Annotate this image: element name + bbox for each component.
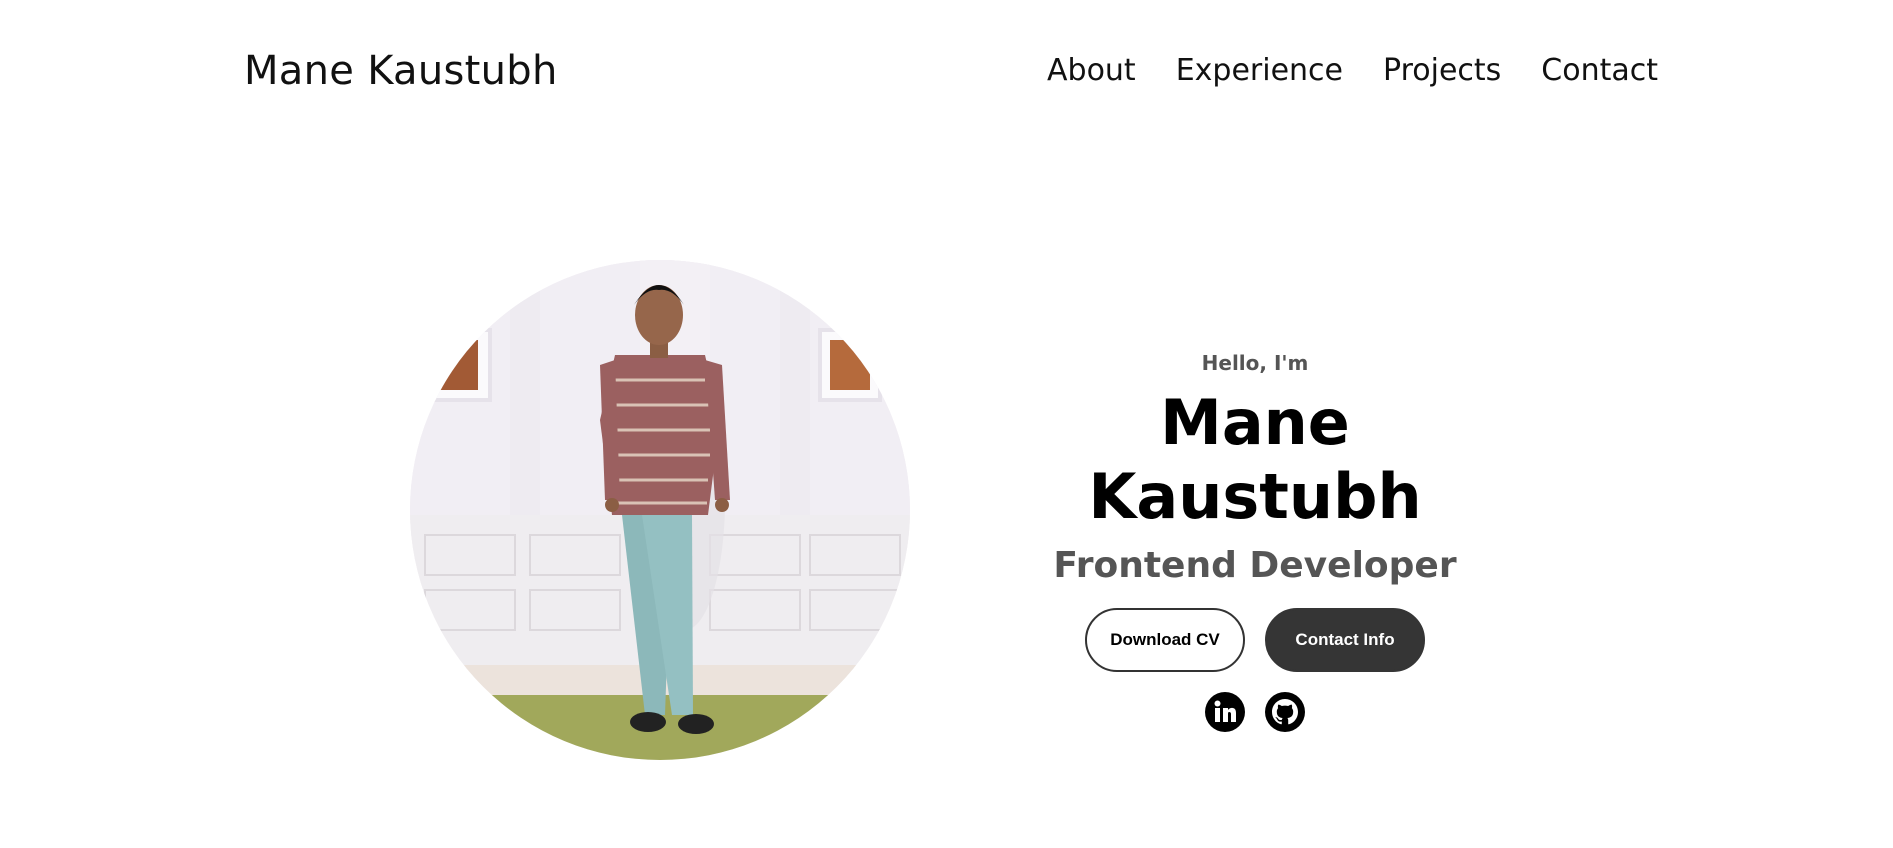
hero-name: Mane Kaustubh	[1088, 386, 1422, 533]
nav-link-experience[interactable]: Experience	[1176, 50, 1343, 92]
download-cv-button[interactable]: Download CV	[1085, 608, 1245, 672]
nav-link-contact[interactable]: Contact	[1541, 50, 1658, 92]
site-logo[interactable]: Mane Kaustubh	[244, 46, 558, 96]
social-links	[1000, 692, 1510, 732]
linkedin-icon[interactable]	[1205, 692, 1245, 732]
hero-section: Hello, I'm Mane Kaustubh Frontend Develo…	[0, 150, 1893, 848]
hero-buttons: Download CV Contact Info	[1000, 608, 1510, 672]
hero-text: Hello, I'm Mane Kaustubh Frontend Develo…	[1000, 350, 1510, 732]
github-icon[interactable]	[1265, 692, 1305, 732]
nav-link-about[interactable]: About	[1047, 50, 1136, 92]
hero-role: Frontend Developer	[1053, 545, 1457, 586]
nav-links: About Experience Projects Contact	[1047, 50, 1658, 92]
profile-photo	[410, 260, 910, 760]
contact-info-button[interactable]: Contact Info	[1265, 608, 1425, 672]
profile-photo-illustration	[410, 260, 910, 760]
greeting-text: Hello, I'm	[1201, 351, 1309, 375]
nav-link-projects[interactable]: Projects	[1383, 50, 1501, 92]
top-nav: Mane Kaustubh About Experience Projects …	[0, 0, 1893, 150]
